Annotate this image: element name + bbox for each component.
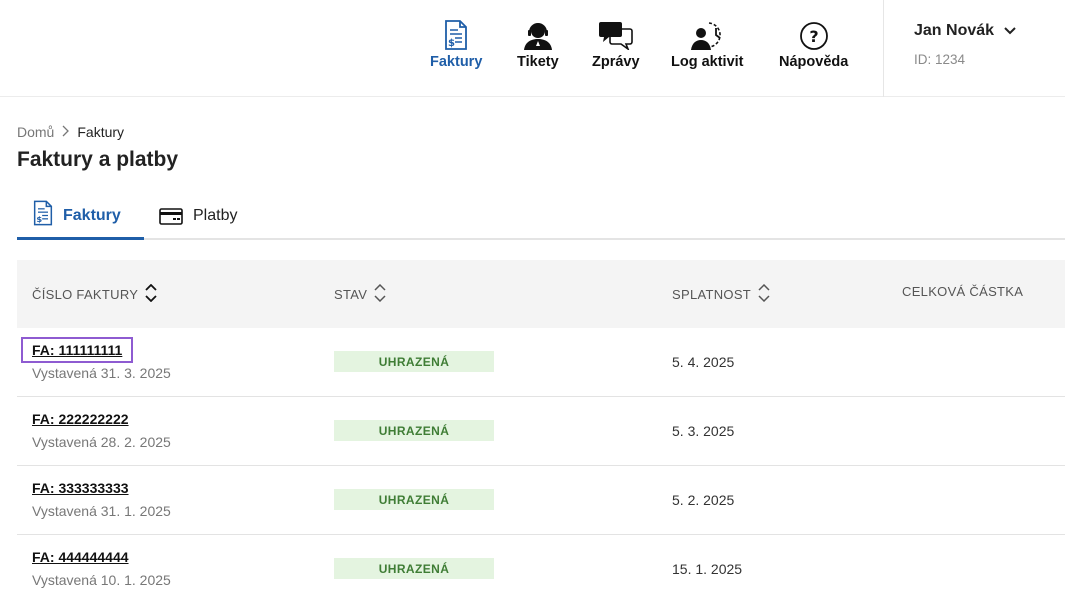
tab-bar: $ Faktury Platby xyxy=(17,200,1065,240)
activity-log-icon xyxy=(688,18,726,50)
due-date: 15. 1. 2025 xyxy=(672,561,743,577)
column-header-label: SPLATNOST xyxy=(672,287,752,302)
chevron-right-icon xyxy=(62,124,70,140)
nav-item-label: Tikety xyxy=(517,54,559,70)
header-divider xyxy=(883,0,884,97)
nav-item-log-aktivit[interactable]: Log aktivit xyxy=(671,18,744,70)
table-row: FA: 333333333 Vystavená 31. 1. 2025 UHRA… xyxy=(17,466,1065,535)
table-header: ČÍSLO FAKTURY STAV SPLATNOST CELKOVÁ ČÁS… xyxy=(17,260,1065,328)
tab-platby[interactable]: Platby xyxy=(159,200,237,240)
nav-item-faktury[interactable]: $ Faktury xyxy=(430,18,482,70)
help-icon: ? xyxy=(799,18,829,50)
nav-item-napoveda[interactable]: ? Nápověda xyxy=(779,18,848,70)
invoice-link[interactable]: FA: 444444444 xyxy=(32,549,129,565)
tab-faktury[interactable]: $ Faktury xyxy=(17,200,144,240)
chevron-down-icon xyxy=(1004,22,1016,40)
sort-status[interactable]: STAV xyxy=(334,283,387,305)
status-badge: UHRAZENÁ xyxy=(334,489,494,510)
breadcrumb-home[interactable]: Domů xyxy=(17,124,54,140)
invoice-link[interactable]: FA: 111111111 xyxy=(20,337,134,363)
sort-icon xyxy=(373,283,387,305)
due-date: 5. 4. 2025 xyxy=(672,354,735,370)
sort-icon xyxy=(757,283,771,305)
invoice-link[interactable]: FA: 222222222 xyxy=(32,411,129,427)
table-row: FA: 222222222 Vystavená 28. 2. 2025 UHRA… xyxy=(17,397,1065,466)
status-badge: UHRAZENÁ xyxy=(334,351,494,372)
breadcrumb-current: Faktury xyxy=(77,124,125,140)
user-menu-toggle[interactable]: Jan Novák xyxy=(914,22,1016,40)
sort-icon xyxy=(144,283,158,305)
due-date: 5. 2. 2025 xyxy=(672,492,735,508)
svg-text:$: $ xyxy=(36,214,42,224)
chat-bubbles-icon xyxy=(598,18,634,50)
invoice-issued-date: Vystavená 10. 1. 2025 xyxy=(32,572,171,588)
sort-invoice-number[interactable]: ČÍSLO FAKTURY xyxy=(32,283,158,305)
due-date: 5. 3. 2025 xyxy=(672,423,735,439)
column-header-label: STAV xyxy=(334,287,368,302)
table-row: FA: 444444444 Vystavená 10. 1. 2025 UHRA… xyxy=(17,535,1065,601)
invoice-issued-date: Vystavená 28. 2. 2025 xyxy=(32,434,171,450)
nav-item-label: Faktury xyxy=(430,54,483,70)
svg-text:$: $ xyxy=(448,38,455,49)
credit-card-icon xyxy=(159,208,183,230)
column-header-label: CELKOVÁ ČÁSTKA xyxy=(902,284,1024,299)
tab-label: Faktury xyxy=(63,207,121,224)
nav-item-zpravy[interactable]: Zprávy xyxy=(592,18,640,70)
page-title: Faktury a platby xyxy=(17,148,179,171)
invoice-issued-date: Vystavená 31. 1. 2025 xyxy=(32,503,171,519)
nav-item-tikety[interactable]: Tikety xyxy=(517,18,559,70)
user-menu: Jan Novák ID: 1234 xyxy=(914,22,1016,67)
headset-agent-icon xyxy=(521,18,555,50)
invoices-table: ČÍSLO FAKTURY STAV SPLATNOST CELKOVÁ ČÁS… xyxy=(17,260,1065,601)
table-row: FA: 111111111 Vystavená 31. 3. 2025 UHRA… xyxy=(17,328,1065,397)
top-header: $ Faktury Tikety Zprávy Log aktivit ? Ná… xyxy=(0,0,1065,97)
svg-text:?: ? xyxy=(809,27,818,46)
invoice-link[interactable]: FA: 333333333 xyxy=(32,480,129,496)
invoice-icon: $ xyxy=(444,18,468,50)
nav-item-label: Nápověda xyxy=(779,54,849,70)
invoice-icon: $ xyxy=(33,200,53,231)
status-badge: UHRAZENÁ xyxy=(334,420,494,441)
breadcrumb: Domů Faktury xyxy=(17,124,124,140)
nav-item-label: Zprávy xyxy=(592,54,640,70)
sort-due-date[interactable]: SPLATNOST xyxy=(672,283,771,305)
nav-item-label: Log aktivit xyxy=(671,54,744,70)
user-name: Jan Novák xyxy=(914,22,995,39)
status-badge: UHRAZENÁ xyxy=(334,558,494,579)
user-id: ID: 1234 xyxy=(914,52,966,67)
column-header-label: ČÍSLO FAKTURY xyxy=(32,287,139,302)
tab-label: Platby xyxy=(193,207,238,224)
column-total-amount: CELKOVÁ ČÁSTKA xyxy=(902,284,1023,299)
invoice-issued-date: Vystavená 31. 3. 2025 xyxy=(32,365,171,381)
